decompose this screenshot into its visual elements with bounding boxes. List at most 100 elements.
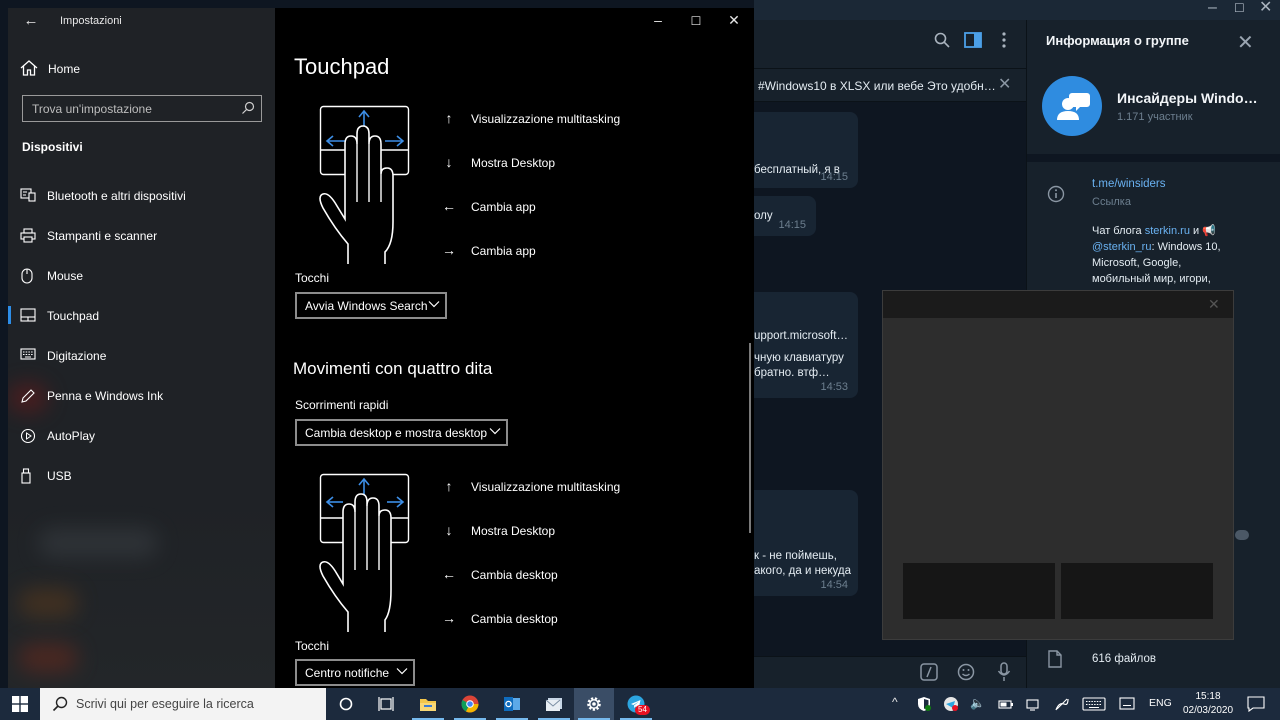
close-icon[interactable]: ✕: [1237, 30, 1254, 55]
blur-decoration: [18, 643, 78, 673]
popup-button-left[interactable]: [903, 563, 1055, 619]
defender-shield-icon[interactable]: [917, 696, 931, 712]
three-finger-taps-dropdown[interactable]: Avvia Windows Search: [295, 292, 447, 319]
gesture-label: Cambia app: [471, 244, 536, 258]
taskbar-outlook[interactable]: [492, 688, 532, 720]
sidebar-item-touchpad[interactable]: Touchpad: [8, 298, 275, 332]
sidebar-item-usb[interactable]: USB: [8, 458, 275, 492]
timeline-button[interactable]: [366, 688, 406, 720]
sidebar-item-autoplay[interactable]: AutoPlay: [8, 418, 275, 452]
message-time: 14:54: [820, 579, 848, 591]
info-panel-title: Информация о группе: [1046, 33, 1189, 48]
sidebar-item-pen[interactable]: Penna e Windows Ink: [8, 378, 275, 412]
sidebar-item-label: AutoPlay: [47, 429, 96, 443]
close-icon[interactable]: ✕: [719, 12, 749, 29]
four-finger-gesture-illustration: [319, 473, 410, 632]
sidebar-item-mouse[interactable]: Mouse: [8, 258, 275, 292]
input-language[interactable]: ENG: [1149, 697, 1172, 709]
arrow-up-icon: ↑: [445, 110, 453, 126]
taskbar-search[interactable]: [40, 688, 326, 720]
microphone-icon[interactable]: [997, 662, 1011, 682]
clock[interactable]: 15:18 02/03/2020: [1178, 690, 1238, 718]
four-finger-taps-dropdown[interactable]: Centro notifiche: [295, 659, 415, 686]
scrollbar[interactable]: [749, 343, 751, 533]
four-finger-swipes-dropdown[interactable]: Cambia desktop e mostra desktop: [295, 419, 508, 446]
message-bubble[interactable]: бесплатный, я в 14:15: [754, 112, 858, 188]
popup-titlebar: [883, 291, 1233, 318]
message-text: братно. втф…: [754, 367, 830, 379]
touch-keyboard-icon[interactable]: [1082, 697, 1106, 711]
sidebar-item-typing[interactable]: Digitazione: [8, 338, 275, 372]
pen-workspace-icon[interactable]: [1054, 696, 1070, 712]
message-bubble[interactable]: к - не поймешь, акого, да и некуда 14:54: [754, 490, 858, 596]
home-icon: [20, 60, 38, 76]
close-icon[interactable]: ✕: [1208, 296, 1220, 313]
group-link[interactable]: t.me/winsiders: [1092, 178, 1166, 190]
popup-button-right[interactable]: [1061, 563, 1213, 619]
message-bubble[interactable]: upport.microsoft… чную клавиатуру братно…: [754, 292, 858, 398]
toggle-switch[interactable]: [1235, 530, 1249, 540]
message-time: 14:15: [778, 219, 806, 231]
gesture-row-down: ↓ Mostra Desktop: [441, 154, 701, 174]
message-composer[interactable]: [754, 656, 1026, 688]
taskbar: 54 ^ 🔈 ENG 15:18 02/03/2020: [0, 688, 1280, 720]
sidebar-item-printers[interactable]: Stampanti e scanner: [8, 218, 275, 252]
desc-link[interactable]: sterkin.ru: [1145, 225, 1190, 237]
app-tray-icon[interactable]: [943, 696, 959, 712]
chat-header: [754, 20, 1026, 68]
taskbar-telegram[interactable]: [616, 688, 656, 720]
home-link[interactable]: Home: [18, 58, 258, 80]
gesture-row-left: ← Cambia app: [441, 198, 701, 218]
network-icon[interactable]: [1026, 697, 1042, 711]
minimize-icon[interactable]: –: [1208, 0, 1217, 18]
blur-decoration: [38, 528, 158, 558]
close-pinned-icon[interactable]: ✕: [998, 74, 1011, 94]
sidebar-item-label: Mouse: [47, 269, 84, 283]
task-view-button[interactable]: [326, 688, 366, 720]
sidebar-item-label: Stampanti e scanner: [47, 229, 158, 243]
gesture-row-right: → Cambia app: [441, 242, 701, 262]
close-icon[interactable]: ✕: [1259, 0, 1272, 18]
mail-icon: [545, 698, 562, 711]
action-center-icon[interactable]: [1247, 696, 1265, 712]
search-icon[interactable]: [934, 32, 950, 48]
settings-search[interactable]: [22, 95, 262, 122]
gesture-label: Cambia app: [471, 200, 536, 214]
minimize-icon[interactable]: –: [643, 12, 673, 28]
section-heading: Movimenti con quattro dita: [293, 359, 493, 378]
tablet-icon[interactable]: [1119, 697, 1135, 711]
page-title: Touchpad: [294, 54, 390, 79]
maximize-icon[interactable]: ☐: [1234, 0, 1245, 18]
battery-icon[interactable]: [998, 697, 1014, 711]
search-icon: [52, 696, 68, 712]
emoji-icon[interactable]: [957, 663, 975, 681]
maximize-icon[interactable]: ☐: [681, 14, 711, 28]
desc-link[interactable]: @sterkin_ru: [1092, 241, 1151, 253]
commands-icon[interactable]: [920, 663, 938, 681]
gesture-row-down: ↓ Mostra Desktop: [441, 522, 701, 542]
message-time: 14:53: [820, 381, 848, 393]
chevron-up-icon[interactable]: ^: [892, 695, 898, 709]
back-arrow-icon[interactable]: ←: [20, 10, 42, 32]
touchpad-icon: [20, 308, 36, 322]
taskbar-search-input[interactable]: [76, 688, 316, 720]
pinned-message[interactable]: #Windows10 в XLSX или вебе Это удобн…: [754, 68, 1026, 102]
clock-time: 15:18: [1195, 691, 1221, 702]
sidebar-item-bluetooth[interactable]: Bluetooth e altri dispositivi: [8, 178, 275, 212]
arrow-down-icon: ↓: [445, 522, 453, 538]
search-icon[interactable]: [241, 101, 255, 115]
outlook-icon: [504, 697, 520, 711]
taskbar-file-explorer[interactable]: [408, 688, 448, 720]
sidebar-toggle-icon[interactable]: [964, 32, 982, 48]
volume-icon[interactable]: 🔈: [970, 696, 985, 710]
more-options-icon[interactable]: [1002, 32, 1006, 48]
taskbar-settings[interactable]: [574, 688, 614, 720]
taskbar-mail[interactable]: [534, 688, 574, 720]
group-avatar[interactable]: [1042, 76, 1102, 136]
taskbar-chrome[interactable]: [450, 688, 490, 720]
chevron-down-icon: [489, 427, 501, 435]
files-count[interactable]: 616 файлов: [1092, 653, 1156, 665]
message-bubble[interactable]: олу 14:15: [754, 196, 816, 236]
search-input[interactable]: [24, 97, 234, 120]
start-button[interactable]: [0, 688, 40, 720]
